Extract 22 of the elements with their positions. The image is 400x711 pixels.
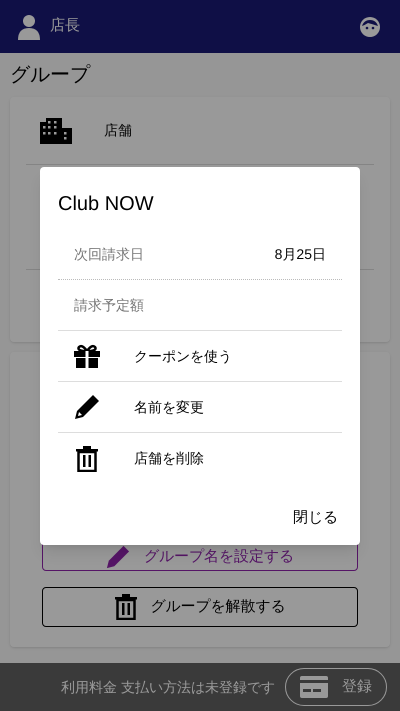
dialog-menu-item[interactable]: 名前を変更 (58, 382, 342, 433)
building-icon (40, 118, 72, 144)
store-label: 店舗 (104, 121, 132, 140)
detail-label: 請求予定額 (74, 296, 144, 314)
person-icon (18, 14, 40, 40)
trash-icon (114, 594, 136, 620)
register-button[interactable]: 登録 (285, 668, 387, 706)
dialog-menu-item[interactable]: 店舗を削除 (58, 433, 342, 484)
pencil-icon (74, 394, 100, 420)
trash-icon (76, 446, 98, 472)
disband-group-button[interactable]: グループを解散する (42, 587, 358, 627)
header-title: 店長 (50, 16, 81, 36)
detail-value: 8月25日 (274, 244, 326, 264)
dialog-menu-item[interactable]: クーポンを使う (58, 331, 342, 382)
gift-icon (74, 344, 100, 368)
support-icon[interactable] (358, 14, 382, 38)
dialog-title: Club NOW (58, 192, 155, 217)
page-title: グループ (10, 63, 92, 88)
credit-card-icon (300, 676, 328, 698)
detail-label: 次回請求日 (74, 244, 144, 264)
billing-message: 利用料金 支払い方法は未登録です (61, 678, 275, 696)
close-button[interactable]: 閉じる (289, 506, 342, 529)
